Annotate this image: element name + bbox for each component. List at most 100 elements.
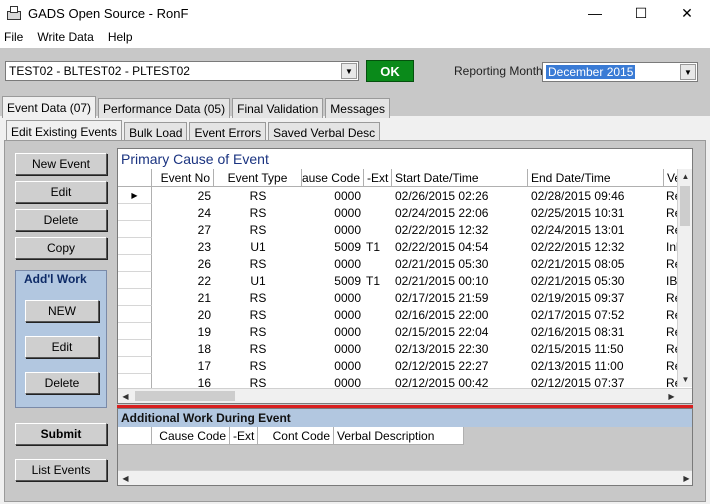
cell-start-date: 02/21/2015 05:30: [395, 256, 489, 271]
maximize-icon[interactable]: ☐: [618, 0, 664, 26]
row-header[interactable]: [118, 357, 152, 374]
tab-bulk-load[interactable]: Bulk Load: [124, 122, 188, 142]
addl-delete-button[interactable]: Delete: [25, 372, 99, 394]
col-ext[interactable]: -Ext: [364, 169, 392, 187]
row-header[interactable]: [118, 340, 152, 357]
addl-edit-button[interactable]: Edit: [25, 336, 99, 358]
reporting-month-value: December 2015: [546, 65, 636, 79]
row-header[interactable]: [118, 306, 152, 323]
col-end-date[interactable]: End Date/Time: [528, 169, 664, 187]
copy-button[interactable]: Copy: [15, 237, 107, 259]
scroll-down-icon[interactable]: ▼: [678, 372, 692, 387]
chevron-down-icon[interactable]: ▼: [680, 64, 696, 80]
cell-event-no: 23: [197, 239, 211, 254]
col-cause-code[interactable]: Cause Code: [152, 427, 230, 445]
tab-event-errors[interactable]: Event Errors: [189, 122, 267, 142]
chevron-down-icon[interactable]: ▼: [341, 63, 357, 79]
scroll-right-icon[interactable]: ▶: [664, 389, 679, 403]
col-cause-code[interactable]: Cause Code: [302, 169, 364, 187]
row-header[interactable]: [118, 204, 152, 221]
menu-file[interactable]: File: [4, 30, 23, 44]
col-event-no[interactable]: Event No: [152, 169, 214, 187]
horizontal-scrollbar[interactable]: ◀ ▶: [118, 388, 692, 403]
addl-work-title: Add'l Work: [24, 272, 87, 286]
col-verbal-description[interactable]: Verbal Description: [334, 427, 464, 445]
tab-saved-verbal-desc[interactable]: Saved Verbal Desc: [268, 122, 381, 142]
cell-event-type: RS: [249, 324, 267, 339]
table-row[interactable]: 22 U1 5009 T1 02/21/2015 00:10 02/21/2015 05:…: [118, 272, 692, 289]
cell-end-date: 02/25/2015 10:31: [531, 205, 625, 220]
cell-ext: [366, 221, 392, 238]
row-header[interactable]: [118, 323, 152, 340]
tab-edit-existing-events[interactable]: Edit Existing Events: [6, 120, 123, 142]
menu-write-data[interactable]: Write Data: [37, 30, 93, 44]
cell-cause-code: 0000: [334, 341, 361, 356]
table-row[interactable]: 27 RS 0000 02/22/2015 12:32 02/24/2015 13:01…: [118, 221, 692, 238]
cell-ext: T1: [366, 239, 381, 254]
table-row[interactable]: ▶ 25 RS 0000 02/26/2015 02:26 02/28/2015 09:4…: [118, 187, 692, 204]
new-event-button[interactable]: New Event: [15, 153, 107, 175]
unit-selector-value: TEST02 - BLTEST02 - PLTEST02: [9, 64, 190, 78]
cell-cause-code: 5009: [334, 273, 361, 288]
scroll-left-icon[interactable]: ◀: [118, 471, 133, 485]
tab-performance-data[interactable]: Performance Data (05): [98, 98, 231, 118]
toolbar: TEST02 - BLTEST02 - PLTEST02 ▼ OK Report…: [0, 48, 710, 94]
cell-event-no: 18: [197, 341, 211, 356]
row-header[interactable]: [118, 221, 152, 238]
title-bar: GADS Open Source - RonF — ☐ ✕: [0, 0, 710, 26]
table-row[interactable]: 19 RS 0000 02/15/2015 22:04 02/16/2015 08:31…: [118, 323, 692, 340]
vertical-scrollbar[interactable]: ▲ ▼: [677, 169, 692, 387]
list-events-button[interactable]: List Events: [15, 459, 107, 481]
unit-selector[interactable]: TEST02 - BLTEST02 - PLTEST02 ▼: [5, 61, 359, 81]
cell-start-date: 02/21/2015 00:10: [395, 273, 489, 288]
table-row[interactable]: 26 RS 0000 02/21/2015 05:30 02/21/2015 08:05…: [118, 255, 692, 272]
minimize-icon[interactable]: —: [572, 0, 618, 26]
window-controls: — ☐ ✕: [572, 0, 710, 26]
scroll-up-icon[interactable]: ▲: [678, 169, 692, 184]
col-cont-code[interactable]: Cont Code: [258, 427, 334, 445]
edit-button[interactable]: Edit: [15, 181, 107, 203]
cell-event-no: 21: [197, 290, 211, 305]
row-header[interactable]: [118, 289, 152, 306]
table-row[interactable]: 20 RS 0000 02/16/2015 22:00 02/17/2015 07:52…: [118, 306, 692, 323]
row-selector-icon[interactable]: ▶: [118, 187, 152, 204]
scroll-thumb[interactable]: [680, 186, 690, 226]
cell-event-no: 24: [197, 205, 211, 220]
additional-work-grid[interactable]: Additional Work During Event Cause Code …: [117, 408, 693, 486]
addl-new-button[interactable]: NEW: [25, 300, 99, 322]
scroll-left-icon[interactable]: ◀: [118, 389, 133, 403]
cell-start-date: 02/15/2015 22:04: [395, 324, 489, 339]
tab-messages[interactable]: Messages: [325, 98, 390, 118]
ok-button[interactable]: OK: [366, 60, 414, 82]
horizontal-scrollbar[interactable]: ◀ ▶: [118, 470, 692, 485]
row-header[interactable]: [118, 255, 152, 272]
delete-button[interactable]: Delete: [15, 209, 107, 231]
cell-start-date: 02/22/2015 12:32: [395, 222, 489, 237]
cell-ext: [366, 306, 392, 323]
table-row[interactable]: 23 U1 5009 T1 02/22/2015 04:54 02/22/2015 12:…: [118, 238, 692, 255]
scroll-right-icon[interactable]: ▶: [679, 471, 692, 485]
menu-help[interactable]: Help: [108, 30, 133, 44]
row-header[interactable]: [118, 272, 152, 289]
close-icon[interactable]: ✕: [664, 0, 710, 26]
primary-cause-grid[interactable]: Primary Cause of Event Event No Event Ty…: [117, 148, 693, 404]
table-row[interactable]: 17 RS 0000 02/12/2015 22:27 02/13/2015 11:00…: [118, 357, 692, 374]
table-row[interactable]: 18 RS 0000 02/13/2015 22:30 02/15/2015 11:50…: [118, 340, 692, 357]
cell-ext: [366, 204, 392, 221]
table-row[interactable]: 21 RS 0000 02/17/2015 21:59 02/19/2015 09:37…: [118, 289, 692, 306]
col-ext[interactable]: -Ext: [230, 427, 258, 445]
app-icon: [6, 5, 22, 21]
submit-button[interactable]: Submit: [15, 423, 107, 445]
scroll-thumb[interactable]: [135, 391, 235, 401]
row-header[interactable]: [118, 238, 152, 255]
cell-start-date: 02/13/2015 22:30: [395, 341, 489, 356]
tab-final-validation[interactable]: Final Validation: [232, 98, 324, 118]
col-event-type[interactable]: Event Type: [214, 169, 302, 187]
cell-event-no: 17: [197, 358, 211, 373]
reporting-month-select[interactable]: December 2015 ▼: [542, 62, 698, 82]
table-row[interactable]: 24 RS 0000 02/24/2015 22:06 02/25/2015 10:31…: [118, 204, 692, 221]
tab-event-data[interactable]: Event Data (07): [2, 96, 97, 118]
cell-end-date: 02/16/2015 08:31: [531, 324, 625, 339]
col-start-date[interactable]: Start Date/Time: [392, 169, 528, 187]
cell-event-type: RS: [249, 256, 267, 271]
